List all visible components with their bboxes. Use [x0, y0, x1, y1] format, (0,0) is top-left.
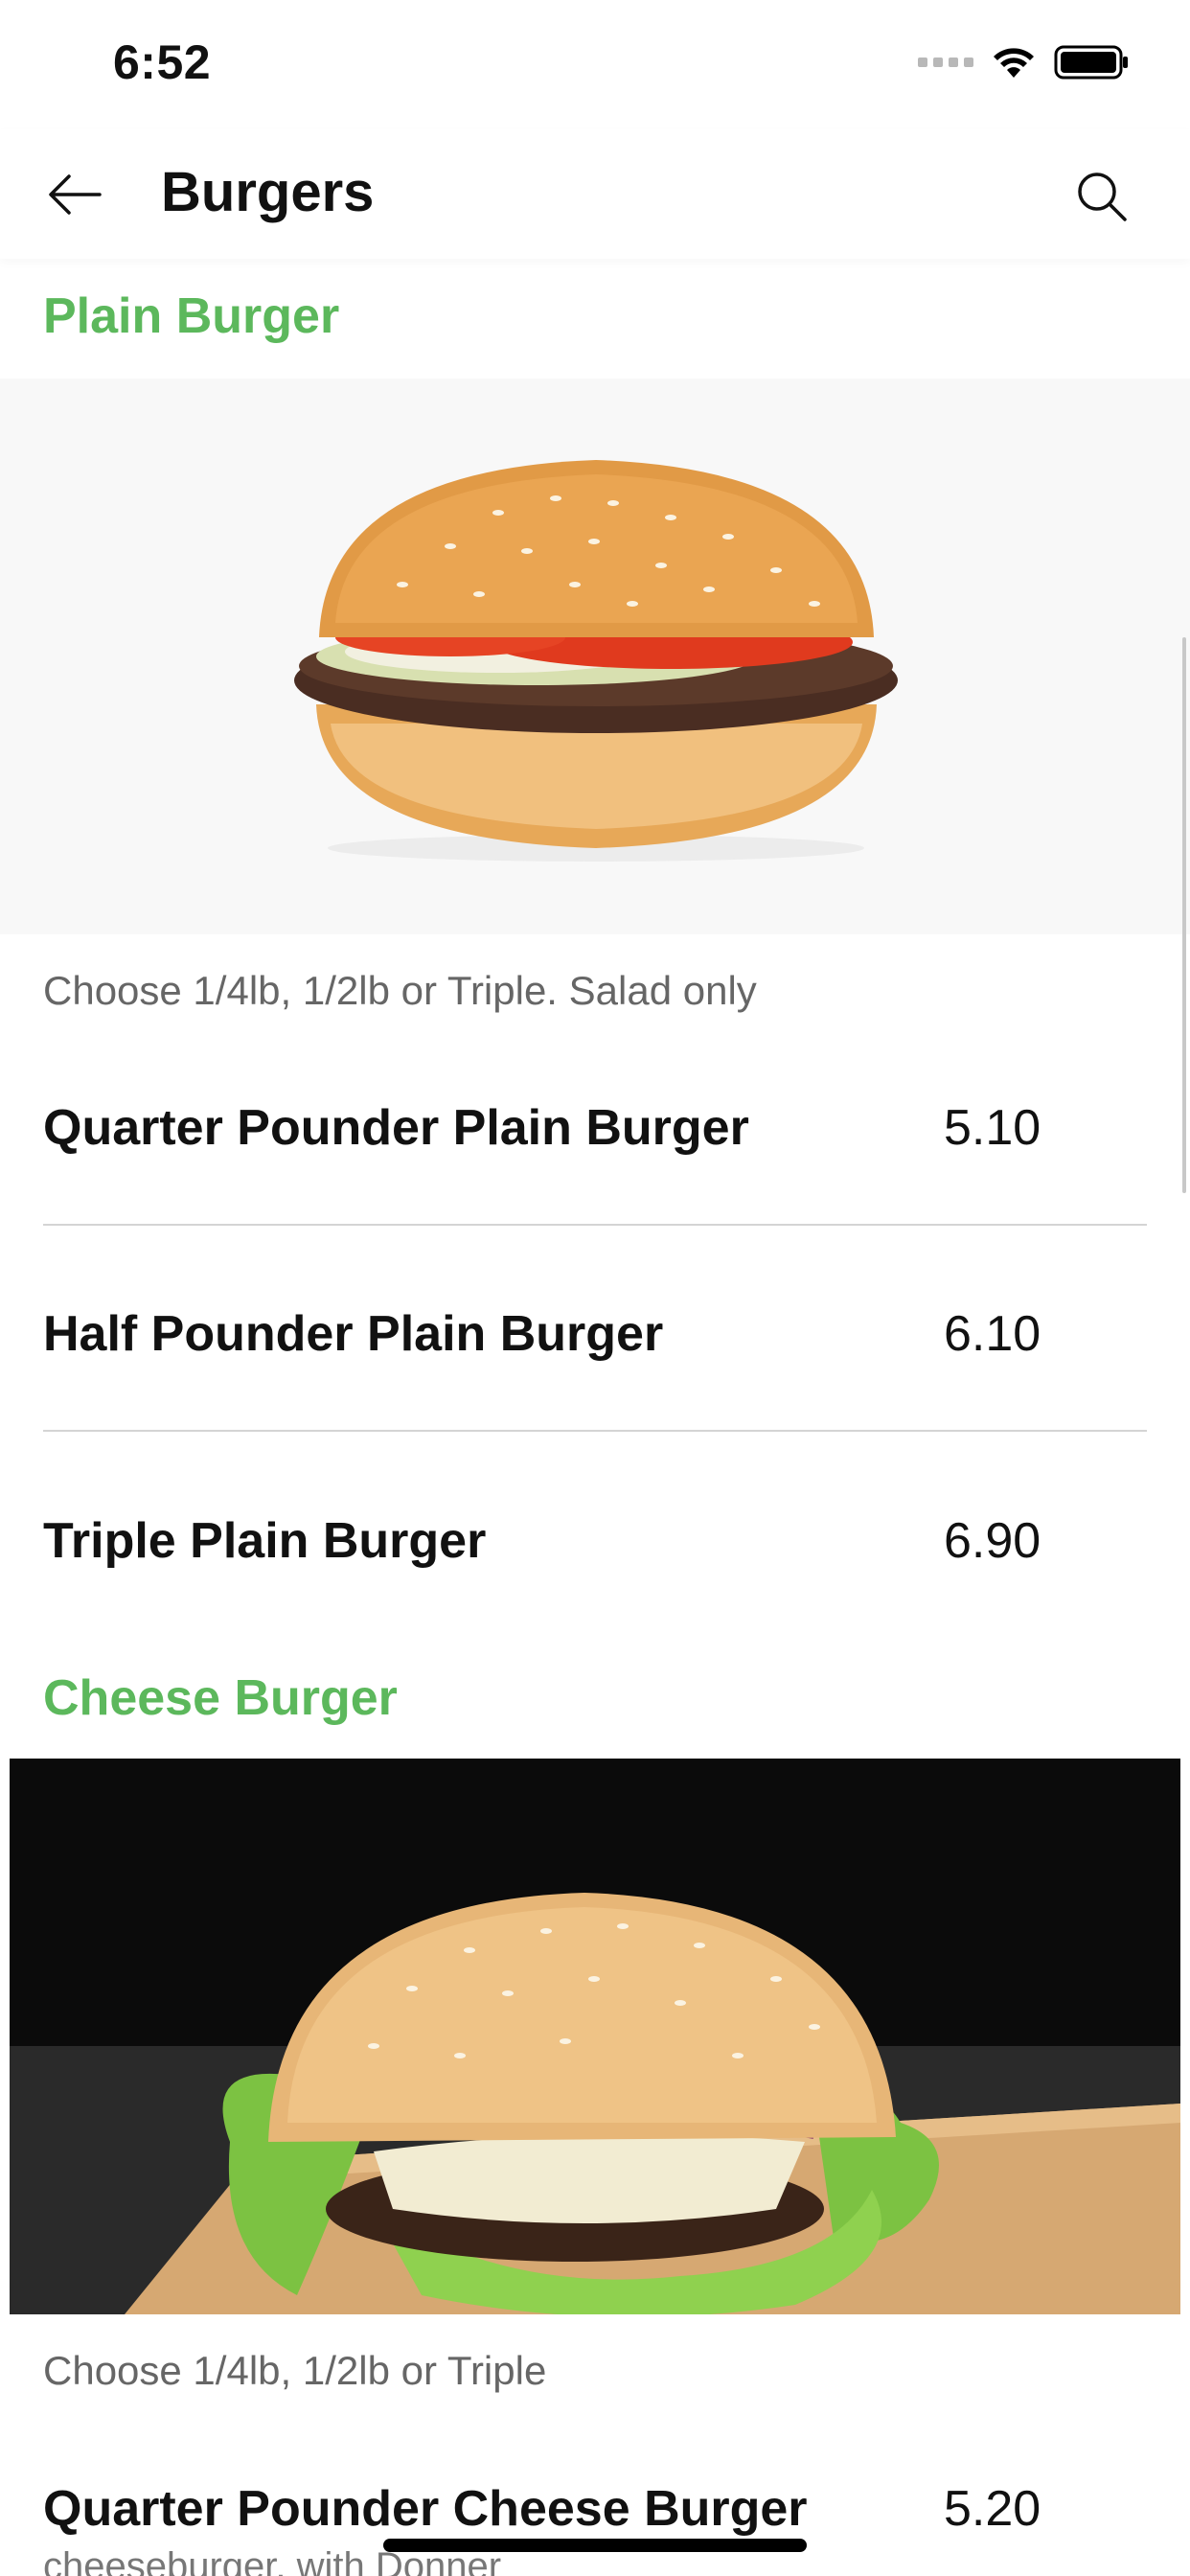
search-button[interactable]: [1064, 158, 1140, 235]
divider: [43, 1224, 1147, 1226]
status-time: 6:52: [113, 35, 212, 89]
divider: [43, 1430, 1147, 1432]
home-indicator[interactable]: [383, 2539, 807, 2552]
battery-icon: [1054, 45, 1128, 80]
menu-item-name: Quarter Pounder Cheese Burger: [43, 2481, 808, 2537]
menu-item-name: Quarter Pounder Plain Burger: [43, 1100, 749, 1156]
status-icons: [918, 42, 1131, 82]
section-title: Plain Burger: [43, 288, 340, 344]
menu-item-row[interactable]: Half Pounder Plain Burger 6.10: [43, 1284, 1147, 1380]
status-bar: 6:52: [0, 0, 1190, 129]
menu-item-price: 5.10: [944, 1100, 1041, 1156]
wifi-icon: [994, 48, 1034, 78]
section-title: Cheese Burger: [43, 1670, 398, 1726]
menu-item-name: Triple Plain Burger: [43, 1513, 487, 1569]
burger-illustration: [10, 1759, 1180, 2317]
menu-item-name: Half Pounder Plain Burger: [43, 1306, 664, 1362]
page-title: Burgers: [161, 161, 375, 223]
navigation-bar: Burgers: [0, 129, 1190, 259]
cheese-burger-image: [10, 1759, 1180, 2317]
section-description: Choose 1/4lb, 1/2lb or Triple. Salad onl…: [43, 968, 757, 1013]
plain-burger-image: [0, 379, 1190, 934]
menu-item-row[interactable]: Quarter Pounder Plain Burger 5.10: [43, 1078, 1147, 1174]
search-icon: [1078, 172, 1127, 221]
menu-item-price: 6.10: [944, 1306, 1041, 1362]
arrow-left-icon: [49, 174, 102, 215]
burger-illustration: [294, 460, 898, 862]
cellular-signal-icon: [918, 58, 973, 67]
menu-item-row[interactable]: Triple Plain Burger 6.90: [43, 1491, 1147, 1587]
back-button[interactable]: [38, 158, 111, 231]
menu-item-price: 5.20: [944, 2481, 1041, 2537]
menu-list[interactable]: Plain Burger Choose 1/4lb, 1/2lb or Trip…: [0, 259, 1190, 2576]
section-description: Choose 1/4lb, 1/2lb or Triple: [43, 2348, 547, 2393]
menu-item-price: 6.90: [944, 1513, 1041, 1569]
scrollbar[interactable]: [1182, 637, 1186, 1193]
